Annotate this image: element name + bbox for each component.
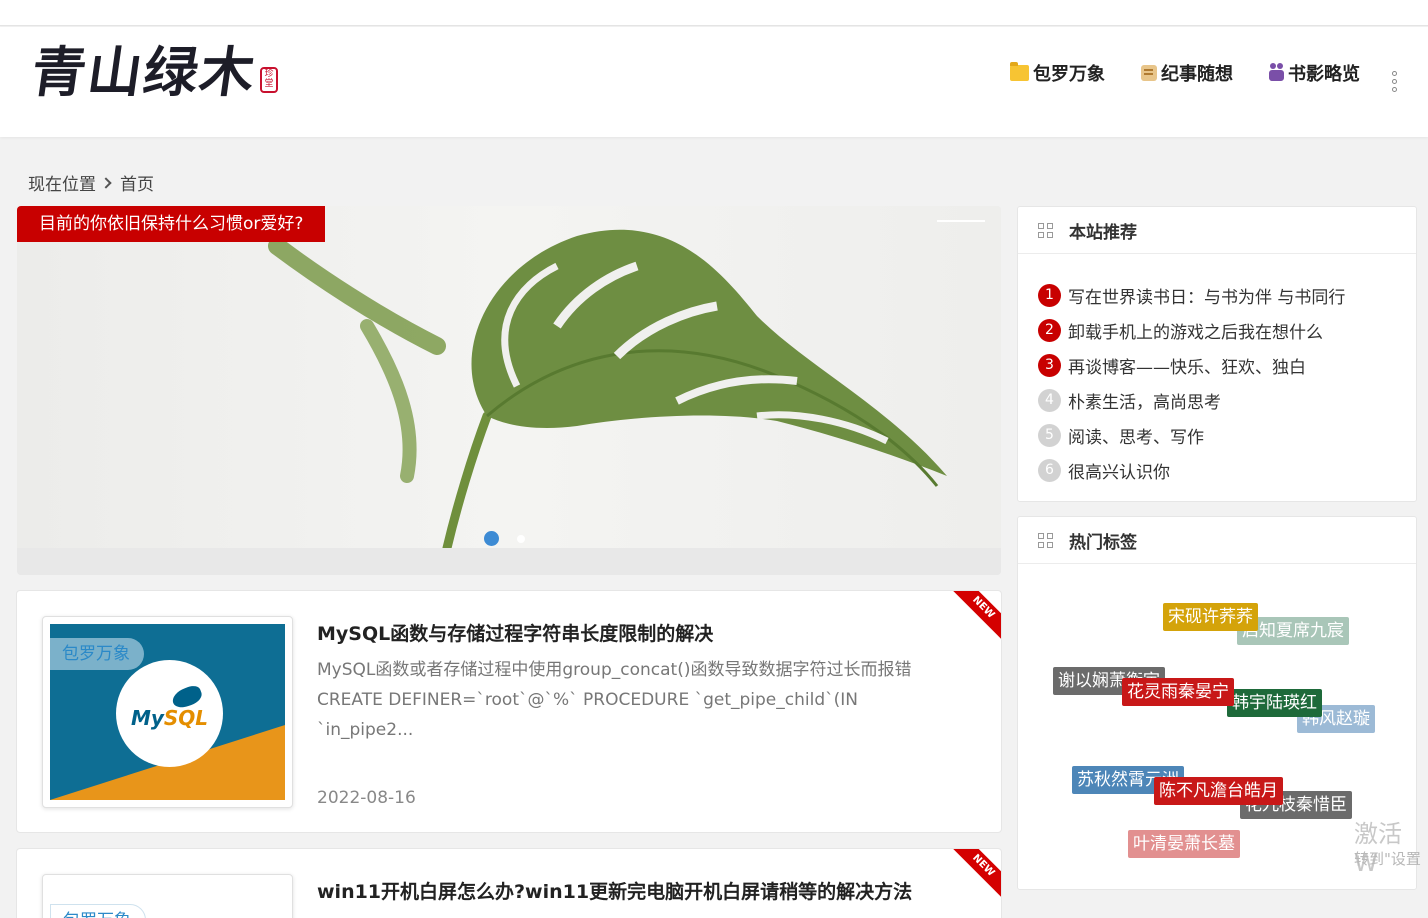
breadcrumb-location[interactable]: 现在位置 (28, 170, 96, 195)
logo-seal: 珍堂 (260, 67, 278, 93)
new-ribbon: NEW (948, 591, 1001, 643)
recommend-link[interactable]: 很高兴认识你 (1068, 458, 1170, 483)
post-card[interactable]: 包罗万象 win11开机白屏怎么办?win11更新完电脑开机白屏请稍等的解决方法… (16, 848, 1002, 918)
widget-title: 本站推荐 (1069, 222, 1137, 243)
recommend-link[interactable]: 再谈博客——快乐、狂欢、独白 (1068, 353, 1306, 378)
activation-watermark-sub: 转到"设置 (1354, 850, 1421, 868)
nav-label: 书影略览 (1288, 64, 1360, 85)
rank-badge: 6 (1038, 459, 1061, 482)
logo-text: 青山绿木 (27, 40, 261, 104)
recommend-link[interactable]: 阅读、思考、写作 (1068, 423, 1204, 448)
recommend-item[interactable]: 1 写在世界读书日：与书为伴 与书同行 (1038, 278, 1416, 313)
recommend-link[interactable]: 卸载手机上的游戏之后我在想什么 (1068, 318, 1323, 343)
thumbnail-image: MySQL 包罗万象 (50, 624, 285, 800)
site-header: 青山绿木 珍堂 包罗万象 纪事随想 书影略览 (0, 27, 1428, 137)
post-thumbnail[interactable]: MySQL 包罗万象 (42, 616, 293, 808)
new-ribbon: NEW (948, 849, 1001, 901)
nav-item-jishisuixiang[interactable]: 纪事随想 (1141, 60, 1233, 86)
mysql-logo-text: MySQL (130, 706, 209, 730)
post-date: 2022-08-16 (317, 788, 416, 808)
rank-badge: 1 (1038, 284, 1061, 307)
nav-item-shuyinglüelan[interactable]: 书影略览 (1269, 60, 1360, 86)
breadcrumb: 现在位置 首页 (28, 170, 154, 195)
thumbnail-image: 包罗万象 (50, 882, 285, 918)
tag-link[interactable]: 陈不凡澹台皓月 (1154, 777, 1283, 805)
rank-badge: 5 (1038, 424, 1061, 447)
recommend-item[interactable]: 5 阅读、思考、写作 (1038, 418, 1416, 453)
breadcrumb-current[interactable]: 首页 (120, 170, 154, 195)
main-nav: 包罗万象 纪事随想 书影略览 (1010, 60, 1360, 86)
monstera-leaf-illustration (268, 229, 947, 553)
widget-title: 热门标签 (1069, 532, 1137, 553)
slide-progress-bar (937, 220, 985, 222)
recommend-list: 1 写在世界读书日：与书为伴 与书同行 2 卸载手机上的游戏之后我在想什么 3 再谈博… (1018, 254, 1416, 488)
recommend-widget: 本站推荐 1 写在世界读书日：与书为伴 与书同行 2 卸载手机上的游戏之后我在想什么… (1017, 206, 1417, 502)
top-strip (0, 0, 1428, 26)
recommend-item[interactable]: 2 卸载手机上的游戏之后我在想什么 (1038, 313, 1416, 348)
grid-icon (1038, 222, 1053, 238)
rank-badge: 4 (1038, 389, 1061, 412)
widget-header: 热门标签 (1018, 517, 1416, 564)
mysql-logo-circle: MySQL (116, 660, 223, 767)
widget-header: 本站推荐 (1018, 207, 1416, 254)
site-logo[interactable]: 青山绿木 珍堂 (28, 37, 278, 107)
slider-dot-active[interactable] (484, 531, 499, 546)
nav-label: 包罗万象 (1033, 64, 1105, 85)
post-title[interactable]: win11开机白屏怎么办?win11更新完电脑开机白屏请稍等的解决方法 (317, 877, 912, 904)
slide-image[interactable] (17, 206, 1001, 553)
slider-footer (17, 548, 1001, 575)
rank-badge: 2 (1038, 319, 1061, 342)
recommend-link[interactable]: 写在世界读书日：与书为伴 与书同行 (1068, 283, 1345, 308)
grid-icon (1038, 532, 1053, 548)
tag-link[interactable]: 花灵雨秦晏宁 (1122, 678, 1234, 706)
nav-item-baoluowanxiang[interactable]: 包罗万象 (1010, 60, 1105, 86)
recommend-item[interactable]: 4 朴素生活，高尚思考 (1038, 383, 1416, 418)
tag-link[interactable]: 韩宇陆瑛红 (1227, 689, 1322, 717)
post-category-badge[interactable]: 包罗万象 (50, 638, 144, 670)
folder-icon (1010, 62, 1029, 81)
hero-slider[interactable]: 目前的你依旧保持什么习惯or爱好? (17, 206, 1001, 575)
post-card[interactable]: MySQL 包罗万象 MySQL函数与存储过程字符串长度限制的解决 MySQL函… (16, 590, 1002, 833)
tag-link[interactable]: 宋砚许荞荞 (1163, 603, 1258, 631)
more-menu-icon[interactable] (1392, 71, 1398, 92)
scroll-icon (1141, 65, 1157, 81)
slide-caption[interactable]: 目前的你依旧保持什么习惯or爱好? (17, 206, 326, 242)
slider-pagination (484, 531, 525, 546)
recommend-item[interactable]: 3 再谈博客——快乐、狂欢、独白 (1038, 348, 1416, 383)
post-title[interactable]: MySQL函数与存储过程字符串长度限制的解决 (317, 619, 713, 646)
recommend-item[interactable]: 6 很高兴认识你 (1038, 453, 1416, 488)
recommend-link[interactable]: 朴素生活，高尚思考 (1068, 388, 1221, 413)
rank-badge: 3 (1038, 354, 1061, 377)
post-thumbnail[interactable]: 包罗万象 (42, 874, 293, 918)
slider-dot[interactable] (517, 534, 525, 543)
chevron-right-icon (100, 176, 112, 189)
camera-icon (1269, 63, 1284, 81)
nav-label: 纪事随想 (1161, 64, 1233, 85)
post-excerpt: MySQL函数或者存储过程中使用group_concat()函数导致数据字符过长… (317, 660, 912, 740)
post-category-badge[interactable]: 包罗万象 (50, 904, 146, 918)
tag-link[interactable]: 叶清晏萧长墓 (1128, 830, 1240, 858)
